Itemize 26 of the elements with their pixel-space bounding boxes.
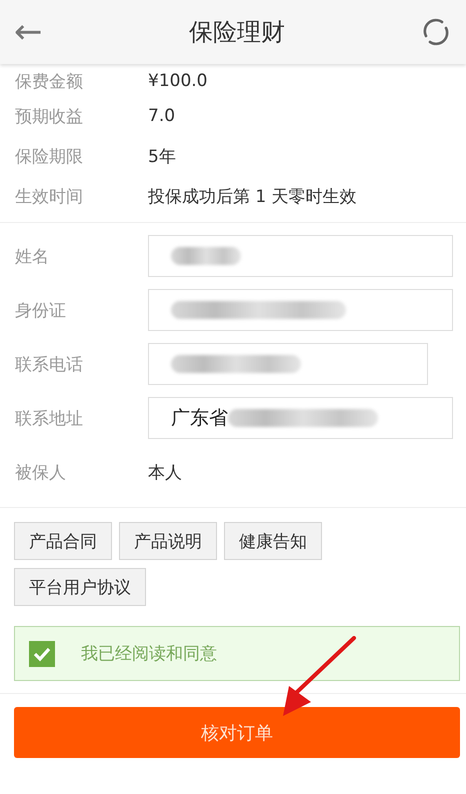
detail-label: 生效时间 [15,186,84,208]
input-field[interactable] [148,343,428,385]
input-field[interactable] [148,289,453,331]
detail-label: 保费金额 [15,70,84,92]
input-field[interactable]: 广东省 [148,397,453,439]
back-button[interactable]: ← [14,15,54,49]
agreement-label: 我已经阅读和同意 [81,643,217,665]
page-title: 保险理财 [188,17,286,48]
input-field[interactable] [148,235,453,277]
form-label: 联系地址 [15,408,84,430]
detail-value: 5年 [148,146,176,168]
form-label: 联系电话 [15,354,84,376]
checkbox[interactable] [29,640,55,666]
form-label: 姓名 [15,246,50,268]
document-button[interactable]: 产品合同 [14,522,112,560]
detail-value: ¥100.0 [148,71,208,91]
document-button[interactable]: 平台用户协议 [14,568,146,606]
detail-value: 7.0 [148,106,176,126]
form-label: 身份证 [15,300,67,322]
form-value: 本人 [148,462,182,484]
document-button[interactable]: 健康告知 [224,522,322,560]
form-label: 被保人 [15,462,67,484]
detail-label: 预期收益 [15,106,84,128]
detail-value: 投保成功后第 1 天零时生效 [148,186,357,208]
document-button[interactable]: 产品说明 [119,522,217,560]
detail-label: 保险期限 [15,146,84,168]
